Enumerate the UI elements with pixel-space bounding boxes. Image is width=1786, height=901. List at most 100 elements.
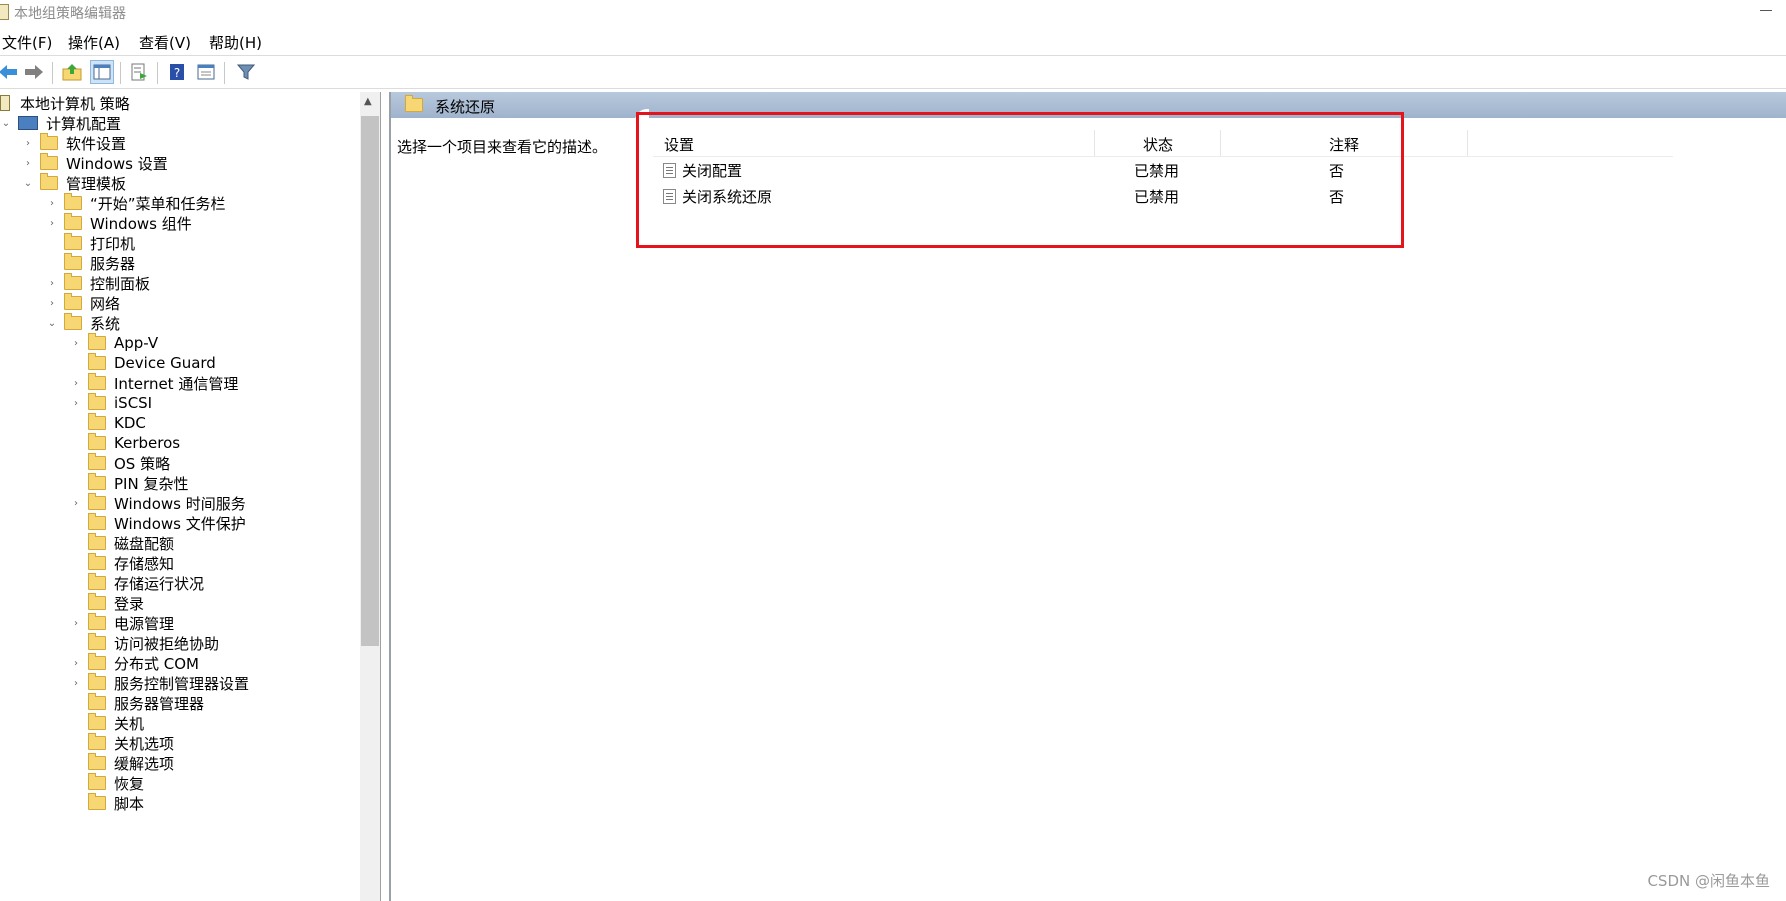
tree-item-label: Kerberos	[114, 434, 181, 452]
chevron-right-icon[interactable]: ›	[70, 337, 82, 349]
tree-item-storage-sense[interactable]: 存储感知	[70, 552, 174, 574]
chevron-right-icon[interactable]: ›	[46, 197, 58, 209]
tree-item-control-panel[interactable]: › 控制面板	[46, 272, 150, 294]
chevron-down-icon[interactable]: ⌄	[46, 317, 58, 329]
back-arrow-icon[interactable]	[0, 60, 20, 84]
chevron-down-icon[interactable]: ⌄	[0, 117, 12, 129]
tree-item-label: 管理模板	[66, 174, 127, 193]
tree-item-windows-components[interactable]: › Windows 组件	[46, 212, 192, 234]
tree-item-access-denied-assist[interactable]: 访问被拒绝协助	[70, 632, 219, 654]
svg-text:?: ?	[174, 66, 180, 80]
chevron-right-icon[interactable]: ›	[70, 377, 82, 389]
show-hide-tree-icon[interactable]	[90, 60, 114, 84]
tree-item-label: 登录	[114, 594, 145, 613]
window-title: 本地组策略编辑器	[14, 6, 126, 22]
menu-bar: 文件(F) 操作(A) 查看(V) 帮助(H)	[0, 28, 1786, 54]
chevron-right-icon[interactable]: ›	[70, 677, 82, 689]
minimize-button[interactable]	[1760, 10, 1772, 11]
tree-item-app-v[interactable]: › App-V	[70, 332, 158, 354]
folder-icon	[64, 273, 82, 290]
tree-item-server[interactable]: 服务器	[46, 252, 135, 274]
tree-item-label: 服务器	[90, 254, 136, 273]
toolbar: ?	[0, 55, 1786, 89]
tree-item-distributed-com[interactable]: › 分布式 COM	[70, 652, 199, 674]
tree-item-label: 打印机	[90, 234, 136, 253]
tree-item-label: 计算机配置	[46, 114, 122, 133]
chevron-right-icon[interactable]: ›	[22, 157, 34, 169]
menu-help[interactable]: 帮助(H)	[209, 32, 262, 53]
tree-item-mitigation-options[interactable]: 缓解选项	[70, 752, 174, 774]
tree-item-computer-config[interactable]: ⌄ 计算机配置	[0, 112, 121, 134]
folder-icon	[88, 453, 106, 470]
folder-icon	[40, 153, 58, 170]
forward-arrow-icon[interactable]	[22, 60, 46, 84]
folder-icon	[88, 593, 106, 610]
menu-view[interactable]: 查看(V)	[139, 32, 191, 53]
tree-item-server-manager[interactable]: 服务器管理器	[70, 692, 204, 714]
tree-item-pin-complexity[interactable]: PIN 复杂性	[70, 472, 188, 494]
tree-item-label: 脚本	[114, 794, 145, 813]
tree-item-printers[interactable]: 打印机	[46, 232, 135, 254]
tree-item-power-management[interactable]: › 电源管理	[70, 612, 174, 634]
tree-item-windows-settings[interactable]: › Windows 设置	[22, 152, 168, 174]
tree-item-admin-templates[interactable]: ⌄ 管理模板	[22, 172, 126, 194]
folder-icon	[88, 793, 106, 810]
tree-item-scripts[interactable]: 脚本	[70, 792, 144, 814]
column-separator[interactable]	[1467, 130, 1468, 156]
properties-window-icon[interactable]	[194, 60, 218, 84]
menu-file[interactable]: 文件(F)	[2, 32, 52, 53]
tree-item-kerberos[interactable]: Kerberos	[70, 432, 180, 454]
tree-item-label: 控制面板	[90, 274, 151, 293]
tree-item-os-policy[interactable]: OS 策略	[70, 452, 170, 474]
up-folder-icon[interactable]	[60, 60, 84, 84]
tree-item-internet-comm[interactable]: › Internet 通信管理	[70, 372, 238, 394]
tree-item-recovery[interactable]: 恢复	[70, 772, 144, 794]
tree-item-windows-file-protection[interactable]: Windows 文件保护	[70, 512, 246, 534]
scroll-up-icon[interactable]: ▲	[364, 96, 372, 107]
folder-icon	[40, 133, 58, 150]
folder-icon	[88, 573, 106, 590]
chevron-right-icon[interactable]: ›	[46, 217, 58, 229]
menu-action[interactable]: 操作(A)	[68, 32, 120, 53]
tree-item-label: 存储运行状况	[114, 574, 205, 593]
tree-item-shutdown[interactable]: 关机	[70, 712, 144, 734]
tree-item-local-computer-policy[interactable]: 本地计算机 策略	[0, 92, 130, 114]
help-icon[interactable]: ?	[165, 60, 189, 84]
filter-icon[interactable]	[234, 60, 258, 84]
tree-item-start-menu[interactable]: › “开始”菜单和任务栏	[46, 192, 226, 214]
tree-scrollbar-thumb[interactable]	[361, 116, 379, 646]
chevron-right-icon[interactable]: ›	[70, 397, 82, 409]
tree-item-system[interactable]: ⌄ 系统	[46, 312, 120, 334]
tree-item-label: PIN 复杂性	[114, 474, 189, 493]
tree-item-iscsi[interactable]: › iSCSI	[70, 392, 152, 414]
tree-item-network[interactable]: › 网络	[46, 292, 120, 314]
title-bar: 本地组策略编辑器	[0, 0, 1786, 24]
tree-item-shutdown-options[interactable]: 关机选项	[70, 732, 174, 754]
tree-item-storage-health[interactable]: 存储运行状况	[70, 572, 204, 594]
tree-item-device-guard[interactable]: Device Guard	[70, 352, 216, 374]
chevron-right-icon[interactable]: ›	[46, 277, 58, 289]
tree-item-software-settings[interactable]: › 软件设置	[22, 132, 126, 154]
chevron-right-icon[interactable]: ›	[46, 297, 58, 309]
folder-icon	[88, 433, 106, 450]
tree-item-label: 网络	[90, 294, 121, 313]
folder-icon	[64, 293, 82, 310]
chevron-right-icon[interactable]: ›	[70, 617, 82, 629]
folder-icon	[88, 513, 106, 530]
chevron-down-icon[interactable]: ⌄	[22, 177, 34, 189]
folder-icon	[64, 193, 82, 210]
tree-item-windows-time[interactable]: › Windows 时间服务	[70, 492, 246, 514]
folder-icon	[88, 753, 106, 770]
tree-item-service-control-manager[interactable]: › 服务控制管理器设置	[70, 672, 249, 694]
chevron-right-icon[interactable]: ›	[22, 137, 34, 149]
tree-item-logon[interactable]: 登录	[70, 592, 144, 614]
chevron-right-icon[interactable]: ›	[70, 497, 82, 509]
watermark-text: CSDN @闲鱼本鱼	[1647, 872, 1770, 890]
export-list-icon[interactable]	[127, 60, 151, 84]
tree-item-kdc[interactable]: KDC	[70, 412, 146, 434]
folder-icon	[64, 313, 82, 330]
tree-item-label: 缓解选项	[114, 754, 175, 773]
app-icon	[0, 4, 9, 20]
chevron-right-icon[interactable]: ›	[70, 657, 82, 669]
tree-item-disk-quota[interactable]: 磁盘配额	[70, 532, 174, 554]
